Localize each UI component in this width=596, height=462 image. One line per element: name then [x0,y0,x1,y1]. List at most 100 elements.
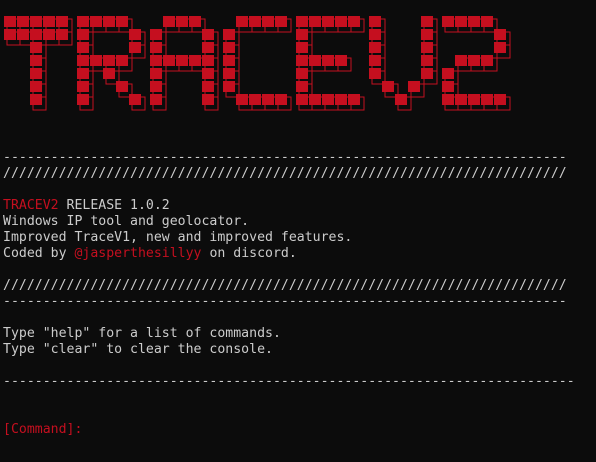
banner-block [494,29,506,40]
banner-letters [4,16,506,105]
banner-block [468,55,480,66]
banner-block [322,55,334,66]
banner-block [481,16,493,27]
banner-block [296,29,308,40]
banner-block [468,94,480,105]
banner-block [77,68,89,79]
banner-block [494,94,506,105]
credits-suffix: on discord. [201,246,297,261]
banner-block [129,94,141,105]
banner-block [103,16,115,27]
banner-block [30,94,42,105]
banner-block [202,55,214,66]
banner-block [309,55,321,66]
banner-block [202,94,214,105]
banner-block [309,16,321,27]
banner-block [275,16,287,27]
banner-block [30,68,42,79]
command-prompt-label: [Command]: [3,422,83,437]
banner-block [369,29,381,40]
credits-prefix: Coded by [3,246,75,261]
banner-block [223,68,235,79]
banner-block [421,55,433,66]
banner-block [468,16,480,27]
banner-block [77,42,89,53]
release-version: RELEASE 1.0.2 [58,198,170,213]
banner-block [296,94,308,105]
banner-block [335,16,347,27]
banner-block [309,94,321,105]
banner-block [103,55,115,66]
banner-block [77,94,89,105]
banner-block [335,94,347,105]
banner-block [129,42,141,53]
banner-block [322,16,334,27]
console-window: TRACEV2 --------------------------------… [0,0,596,462]
banner-block [296,42,308,53]
banner-block [395,94,407,105]
banner-block [369,55,381,66]
banner-block [455,55,467,66]
banner-block [335,55,347,66]
banner-block [4,29,16,40]
banner-block [176,55,188,66]
tool-description: Windows IP tool and geolocator. [3,214,250,229]
banner-block [262,94,274,105]
banner-block [236,94,248,105]
banner-block [348,94,360,105]
banner-block [275,94,287,105]
banner-block [77,16,89,27]
banner-block [77,81,89,92]
banner-block [223,29,235,40]
banner-graphic: TRACEV2 [4,16,511,111]
banner-block [442,16,454,27]
banner-block [30,42,42,53]
banner-block [150,42,162,53]
banner-block [223,42,235,53]
banner-block [150,55,162,66]
banner-block [189,55,201,66]
banner-block [369,42,381,53]
rule-slashes-top: ////////////////////////////////////////… [3,166,567,181]
release-name: TRACEV2 [3,198,59,213]
banner-block [90,16,102,27]
banner-block [17,29,29,40]
banner-block [56,29,68,40]
banner-block [421,29,433,40]
banner-block [481,55,493,66]
banner-block [17,16,29,27]
banner-block [189,16,201,27]
banner-block [236,16,248,27]
banner-block [262,16,274,27]
command-prompt-line[interactable]: [Command]: [3,422,90,438]
author-handle: @jasperthesillyy [74,246,202,261]
banner-block [369,16,381,27]
banner-block [150,68,162,79]
banner-block [4,16,16,27]
clear-hint: Type "clear" to clear the console. [3,342,273,357]
banner-block [296,55,308,66]
banner-block [77,55,89,66]
rule-dashes-bottom: ----------------------------------------… [3,294,567,309]
banner-block [223,81,235,92]
banner-block [369,68,381,79]
banner-block [129,29,141,40]
banner-block [421,16,433,27]
banner-block [202,29,214,40]
banner-block [442,68,454,79]
banner-block [30,81,42,92]
banner-block [442,94,454,105]
banner-block [163,55,175,66]
command-input[interactable] [82,422,90,436]
banner-block [249,16,261,27]
banner-block [43,29,55,40]
banner-block [150,29,162,40]
banner-block [90,55,102,66]
banner-block [421,42,433,53]
rule-slashes-bottom: ////////////////////////////////////////… [3,278,567,293]
banner-block [202,68,214,79]
banner-block [455,94,467,105]
banner-block [77,29,89,40]
banner-block [296,16,308,27]
help-hint: Type "help" for a list of commands. [3,326,281,341]
